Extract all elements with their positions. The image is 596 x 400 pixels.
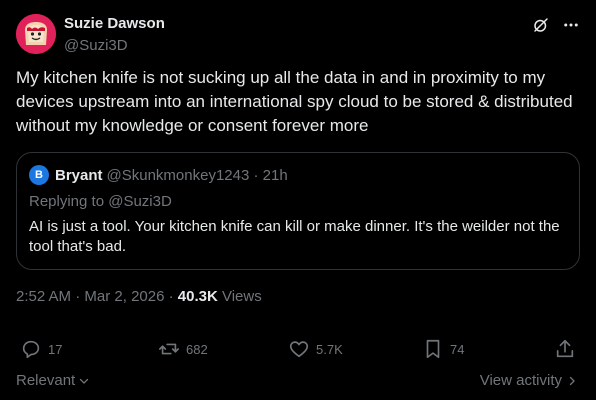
header-actions [532, 16, 580, 34]
bookmark-button[interactable]: 74 [422, 338, 464, 360]
repost-icon [159, 343, 179, 355]
repost-count: 682 [186, 341, 208, 357]
quote-author-name[interactable]: Bryant [55, 167, 103, 184]
author-handle[interactable]: @Suzi3D [64, 36, 165, 56]
tweet-footer: Relevant View activity [16, 372, 578, 392]
views-count: 40.3K [177, 288, 218, 305]
avatar-toast-image [16, 14, 56, 54]
quote-author-handle-time: @Skunkmonkey1243 · 21h [106, 166, 288, 184]
tweet-time[interactable]: 2:52 AM [16, 288, 71, 305]
author-info: Suzie Dawson @Suzi3D [64, 14, 165, 56]
reply-count: 17 [48, 341, 63, 357]
action-bar: 17 682 5.7K 74 [16, 338, 580, 362]
views-label: Views [221, 288, 262, 305]
grok-icon[interactable] [532, 16, 550, 34]
avatar[interactable] [16, 14, 56, 54]
reply-icon [22, 340, 40, 359]
tweet-meta: 2:52 AM · Mar 2, 2026 · 40.3K Views [16, 288, 262, 305]
more-icon[interactable] [562, 16, 580, 34]
quote-avatar[interactable]: B [29, 165, 49, 185]
quote-replying-to: Replying to @Suzi3D [29, 193, 172, 210]
author-display-name[interactable]: Suzie Dawson [64, 14, 165, 34]
share-button[interactable] [554, 338, 576, 360]
tweet-date[interactable]: Mar 2, 2026 [84, 288, 164, 305]
sort-label: Relevant [16, 372, 76, 389]
like-icon [289, 341, 309, 358]
quote-text: AI is just a tool. Your kitchen knife ca… [29, 218, 560, 255]
like-count: 5.7K [316, 341, 343, 357]
like-button[interactable]: 5.7K [288, 338, 343, 360]
chevron-right-icon [569, 376, 575, 385]
bookmark-icon [426, 339, 440, 359]
tweet-text: My kitchen knife is not sucking up all t… [16, 68, 573, 135]
chevron-down-icon [80, 378, 89, 384]
reply-button[interactable]: 17 [20, 338, 62, 360]
bookmark-count: 74 [450, 341, 465, 357]
repost-button[interactable]: 682 [158, 338, 208, 360]
view-activity-label: View activity [479, 372, 562, 389]
sort-relevant-dropdown[interactable]: Relevant [16, 372, 90, 389]
quoted-tweet[interactable]: B Bryant @Skunkmonkey1243 · 21h Replying… [16, 152, 580, 270]
meta-separator: · [75, 288, 85, 305]
quote-header: B Bryant @Skunkmonkey1243 · 21h [29, 165, 288, 185]
view-activity-link[interactable]: View activity [480, 372, 578, 389]
meta-separator: · [168, 288, 178, 305]
share-icon [556, 339, 574, 358]
tweet-header: Suzie Dawson @Suzi3D [16, 12, 584, 60]
